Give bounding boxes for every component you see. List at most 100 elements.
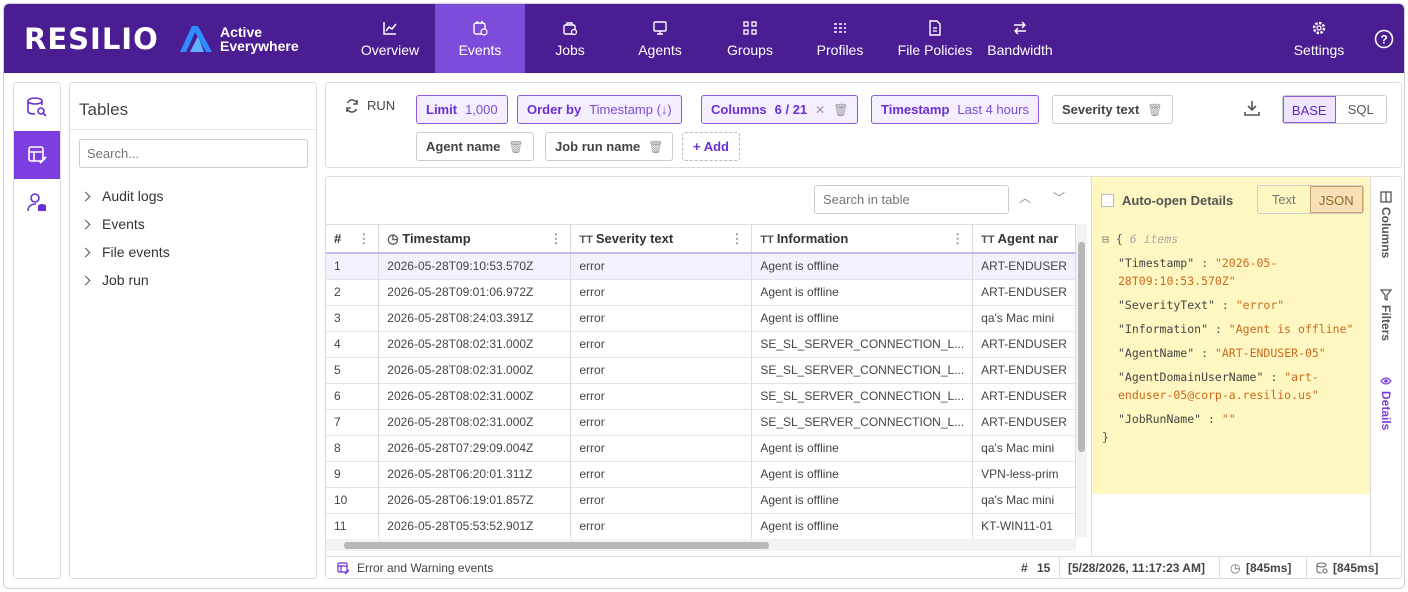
table-row[interactable]: 6 2026-05-28T08:02:31.000Z error SE_SL_SERV… — [326, 383, 1076, 410]
nav-events[interactable]: Events — [435, 4, 525, 73]
nav-jobs[interactable]: Jobs — [525, 4, 615, 73]
divider — [70, 129, 316, 130]
table-row[interactable]: 7 2026-05-28T08:02:31.000Z error SE_SL_SERV… — [326, 409, 1076, 436]
vertical-scrollbar[interactable] — [1076, 224, 1087, 537]
tab-filters[interactable]: Filters — [1371, 289, 1401, 341]
scrollbar-thumb[interactable] — [344, 542, 769, 549]
eye-icon — [1380, 377, 1392, 385]
sidebar-data-explorer[interactable] — [14, 83, 60, 131]
run-button[interactable]: RUN — [345, 98, 395, 113]
sidebar-table-view[interactable] — [14, 131, 60, 179]
query-mode-toggle: BASE SQL — [1282, 95, 1387, 124]
table-row[interactable]: 10 2026-05-28T06:19:01.857Z error Agent is … — [326, 487, 1076, 514]
sidebar-user-data[interactable] — [14, 179, 60, 227]
results-panel: ︿ ﹀ #⋮ ◷ Timestamp⋮ TT Severity text⋮ TT … — [325, 176, 1402, 579]
fetch-duration: [845ms] — [1333, 561, 1379, 575]
job-run-name-chip[interactable]: Job run name 🗑 — [545, 132, 674, 161]
limit-chip[interactable]: Limit 1,000 — [416, 95, 508, 124]
table-cell: qa's Mac mini — [972, 435, 1076, 462]
nav-agents[interactable]: Agents — [615, 4, 705, 73]
table-row[interactable]: 5 2026-05-28T08:02:31.000Z error SE_SL_SERV… — [326, 357, 1076, 384]
nav-file-policies[interactable]: File Policies — [885, 4, 985, 73]
table-row[interactable]: 9 2026-05-28T06:20:01.311Z error Agent is o… — [326, 461, 1076, 488]
status-bar: Error and Warning events # 15 [5/28/2026… — [326, 556, 1401, 579]
tree-item-file-events[interactable]: File events — [80, 238, 170, 266]
download-icon[interactable] — [1243, 99, 1261, 117]
close-icon[interactable]: ✕ — [815, 103, 825, 117]
sql-mode-button[interactable]: SQL — [1336, 96, 1387, 123]
tree-item-audit-logs[interactable]: Audit logs — [80, 182, 170, 210]
table-row[interactable]: 3 2026-05-28T08:24:03.391Z error Agent is o… — [326, 305, 1076, 332]
agent-name-chip[interactable]: Agent name 🗑 — [416, 132, 534, 161]
table-cell: 2026-05-28T08:24:03.391Z — [378, 305, 572, 332]
table-row[interactable]: 1 2026-05-28T09:10:53.570Z error Agent is o… — [326, 252, 1076, 280]
json-format-button[interactable]: JSON — [1309, 186, 1363, 213]
table-cell: 2026-05-28T08:02:31.000Z — [378, 383, 572, 410]
tree-item-job-run[interactable]: Job run — [80, 266, 170, 294]
chevron-up-icon[interactable]: ︿ — [1019, 189, 1031, 206]
nav-groups[interactable]: Groups — [705, 4, 795, 73]
table-row[interactable]: 8 2026-05-28T07:29:09.004Z error Agent is o… — [326, 435, 1076, 462]
table-cell: error — [570, 487, 753, 514]
trash-icon[interactable]: 🗑 — [833, 103, 848, 117]
collapse-icon[interactable]: ⊟ — [1102, 232, 1109, 246]
text-format-button[interactable]: Text — [1258, 186, 1310, 213]
nav-bandwidth-label: Bandwidth — [987, 42, 1053, 58]
table-search-input[interactable] — [814, 185, 1009, 214]
nav-overview-label: Overview — [360, 42, 420, 58]
tab-details[interactable]: Details — [1371, 375, 1401, 430]
results-table: # ⋮ ◷ Timestamp ⋮ TT Severity text ⋮ TT Inf… — [326, 225, 1076, 540]
severity-text-chip[interactable]: Severity text 🗑 — [1052, 95, 1173, 124]
nav-settings[interactable]: Settings — [1274, 4, 1364, 73]
tab-columns[interactable]: Columns — [1371, 191, 1401, 258]
table-cell: error — [570, 513, 753, 540]
timestamp-chip[interactable]: Timestamp Last 4 hours — [871, 95, 1039, 124]
column-menu-icon[interactable]: ⋮ — [549, 231, 562, 247]
add-filter-button[interactable]: + Add — [682, 132, 740, 161]
tree-item-events[interactable]: Events — [80, 210, 170, 238]
active-everywhere-logo: Active Everywhere — [178, 24, 299, 54]
column-menu-icon[interactable]: ⋮ — [730, 231, 743, 247]
help-icon[interactable]: ? — [1374, 29, 1394, 49]
app-window: RESILIO Active Everywhere Overview Events… — [3, 3, 1405, 589]
auto-open-checkbox[interactable] — [1101, 194, 1114, 207]
nav-bandwidth[interactable]: Bandwidth — [980, 4, 1060, 73]
nav-overview[interactable]: Overview — [345, 4, 435, 73]
active-everywhere-icon — [180, 26, 212, 52]
column-header-timestamp[interactable]: ◷ Timestamp ⋮ — [378, 225, 572, 254]
nav-profiles[interactable]: Profiles — [795, 4, 885, 73]
trash-icon[interactable]: 🗑 — [508, 140, 523, 154]
base-mode-button[interactable]: BASE — [1283, 96, 1336, 123]
trash-icon[interactable]: 🗑 — [648, 140, 663, 154]
table-cell: error — [570, 383, 753, 410]
table-row[interactable]: 2 2026-05-28T09:01:06.972Z error Agent is o… — [326, 279, 1076, 306]
sliders-icon — [834, 23, 846, 33]
nav-settings-label: Settings — [1293, 42, 1345, 58]
json-pair: "Timestamp" : "2026-05-28T09:10:53.570Z" — [1118, 256, 1278, 288]
column-header-information[interactable]: TT Information ⋮ — [751, 225, 974, 254]
items-count: 6 items — [1129, 232, 1179, 246]
order-by-chip[interactable]: Order by Timestamp (↓) — [517, 95, 682, 124]
table-row[interactable]: 4 2026-05-28T08:02:31.000Z error SE_SL_SERV… — [326, 331, 1076, 358]
trash-icon[interactable]: 🗑 — [1147, 103, 1162, 117]
chevron-right-icon — [80, 247, 91, 257]
severity-label: Severity text — [1062, 102, 1140, 117]
json-pair: "AgentDomainUserName" : "art-enduser-05@… — [1118, 370, 1319, 402]
table-cell: 2026-05-28T08:02:31.000Z — [378, 357, 572, 384]
tables-search-input[interactable] — [79, 139, 308, 168]
column-menu-icon[interactable]: ⋮ — [357, 231, 370, 247]
table-cell: 2026-05-28T08:02:31.000Z — [378, 409, 572, 436]
gear-icon — [1312, 21, 1326, 35]
column-header-index[interactable]: # ⋮ — [326, 225, 380, 254]
column-header-severity[interactable]: TT Severity text ⋮ — [570, 225, 753, 254]
scrollbar-thumb[interactable] — [1078, 242, 1085, 452]
columns-chip[interactable]: Columns 6 / 21 ✕ 🗑 — [701, 95, 859, 124]
chevron-down-icon[interactable]: ﹀ — [1053, 189, 1065, 206]
column-menu-icon[interactable]: ⋮ — [951, 231, 964, 247]
column-header-agent-name[interactable]: TT Agent nar — [972, 225, 1076, 254]
horizontal-scrollbar[interactable] — [326, 539, 1076, 551]
chart-line-icon — [383, 22, 397, 35]
product-line2: Everywhere — [220, 38, 299, 54]
details-panel: Auto-open Details Text JSON ⊟ { 6 items … — [1091, 177, 1370, 556]
table-row[interactable]: 11 2026-05-28T05:53:52.901Z error Agent is … — [326, 513, 1076, 540]
